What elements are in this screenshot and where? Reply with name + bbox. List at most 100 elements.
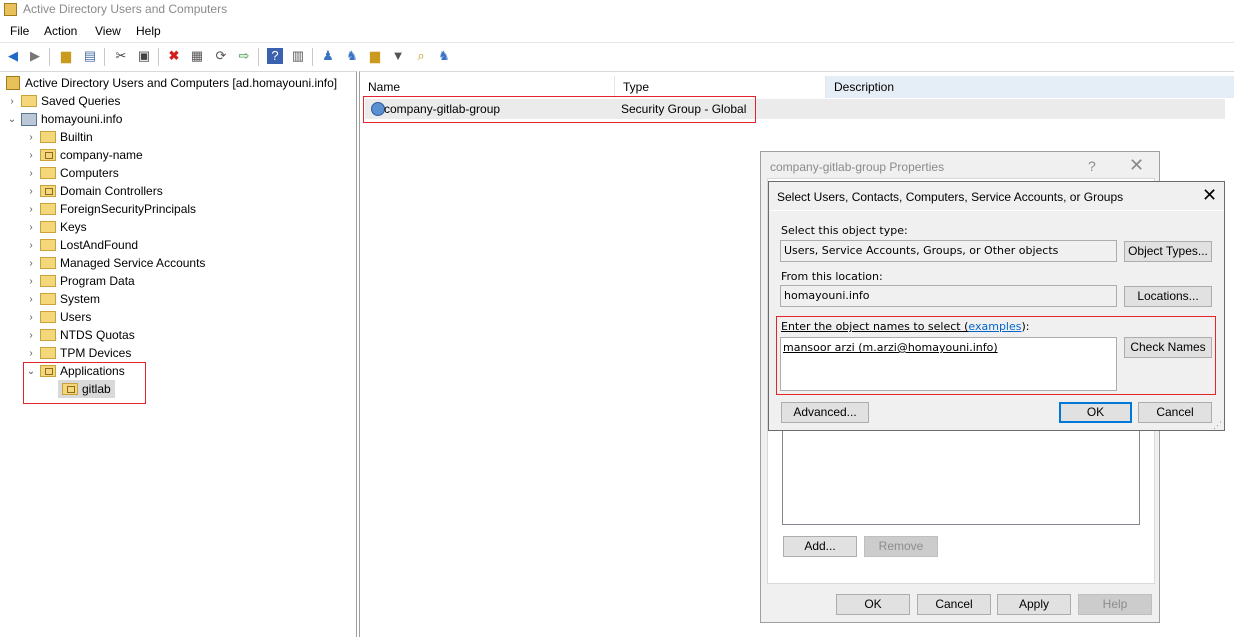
back-arrow-icon[interactable]: ◀ bbox=[5, 48, 21, 64]
tree-item-label: Domain Controllers bbox=[60, 184, 163, 198]
chevron-right-icon[interactable]: › bbox=[25, 204, 37, 215]
close-icon[interactable]: ✕ bbox=[1202, 185, 1217, 206]
tree-item-label: Keys bbox=[60, 220, 87, 234]
examples-link[interactable]: examples bbox=[968, 320, 1021, 333]
tree-item-tpm-devices[interactable]: › TPM Devices bbox=[25, 344, 131, 362]
chevron-right-icon[interactable]: › bbox=[25, 294, 37, 305]
tree-item-users[interactable]: › Users bbox=[25, 308, 91, 326]
copy-icon[interactable]: ▣ bbox=[136, 48, 152, 64]
filter-icon[interactable]: ▼ bbox=[390, 48, 406, 64]
members-list[interactable] bbox=[782, 422, 1140, 525]
object-names-input[interactable]: mansoor arzi (m.arzi@homayouni.info) bbox=[780, 337, 1117, 391]
chevron-right-icon[interactable]: › bbox=[6, 96, 18, 107]
label-suffix: ): bbox=[1021, 320, 1030, 333]
cancel-button[interactable]: Cancel bbox=[1138, 402, 1212, 423]
toolbar: ◀ ▶ ▆ ▤ ✂ ▣ ✖ ▦ ⟳ ⇨ ? ▥ ♟ ♞ ▆ ▼ ⌕ ♞ bbox=[0, 42, 1234, 70]
object-type-field: Users, Service Accounts, Groups, or Othe… bbox=[780, 240, 1117, 262]
remove-button[interactable]: Remove bbox=[864, 536, 938, 557]
chevron-right-icon[interactable]: › bbox=[25, 168, 37, 179]
resize-grip-icon[interactable]: ⋰ bbox=[1213, 420, 1222, 431]
toolbar-separator bbox=[104, 48, 105, 66]
add-to-group-icon[interactable]: ♞ bbox=[436, 48, 452, 64]
menu-view[interactable]: View bbox=[95, 24, 121, 38]
chevron-right-icon[interactable]: › bbox=[25, 312, 37, 323]
column-header-name[interactable]: Name bbox=[360, 76, 615, 98]
ok-button[interactable]: OK bbox=[836, 594, 910, 615]
find-icon[interactable]: ⌕ bbox=[413, 48, 429, 64]
column-header-type[interactable]: Type bbox=[615, 76, 826, 98]
chevron-right-icon[interactable]: › bbox=[25, 330, 37, 341]
tree-item-label: NTDS Quotas bbox=[60, 328, 135, 342]
properties-icon[interactable]: ▦ bbox=[189, 48, 205, 64]
help-button[interactable]: Help bbox=[1078, 594, 1152, 615]
tree-item-managed-service-accounts[interactable]: › Managed Service Accounts bbox=[25, 254, 205, 272]
ad-users-computers-icon bbox=[6, 76, 20, 90]
ok-button[interactable]: OK bbox=[1059, 402, 1132, 423]
cancel-button[interactable]: Cancel bbox=[917, 594, 991, 615]
close-icon[interactable]: ✕ bbox=[1129, 155, 1144, 176]
folder-icon bbox=[40, 275, 56, 287]
dialog-title: Select Users, Contacts, Computers, Servi… bbox=[777, 190, 1124, 204]
up-folder-icon[interactable]: ▆ bbox=[58, 48, 74, 64]
object-types-button[interactable]: Object Types... bbox=[1124, 241, 1212, 262]
chevron-right-icon[interactable]: › bbox=[25, 186, 37, 197]
chevron-right-icon[interactable]: › bbox=[25, 348, 37, 359]
forward-arrow-icon[interactable]: ▶ bbox=[27, 48, 43, 64]
locations-button[interactable]: Locations... bbox=[1124, 286, 1212, 307]
export-list-icon[interactable]: ⇨ bbox=[236, 48, 252, 64]
select-users-dialog: Select Users, Contacts, Computers, Servi… bbox=[768, 181, 1225, 431]
chevron-right-icon[interactable]: › bbox=[25, 276, 37, 287]
chevron-right-icon[interactable]: › bbox=[25, 150, 37, 161]
delete-icon[interactable]: ✖ bbox=[166, 48, 182, 64]
folder-icon bbox=[40, 131, 56, 143]
tree-saved-queries[interactable]: › Saved Queries bbox=[6, 92, 120, 110]
chevron-down-icon[interactable]: ⌄ bbox=[6, 114, 18, 125]
tree-item-foreign-security-principals[interactable]: › ForeignSecurityPrincipals bbox=[25, 200, 196, 218]
folder-icon bbox=[21, 95, 37, 107]
apply-button[interactable]: Apply bbox=[997, 594, 1071, 615]
check-names-button[interactable]: Check Names bbox=[1124, 337, 1212, 358]
folder-icon bbox=[40, 329, 56, 341]
ou-icon bbox=[40, 185, 56, 197]
folder-icon bbox=[40, 203, 56, 215]
help-icon[interactable]: ? bbox=[267, 48, 283, 64]
menu-action[interactable]: Action bbox=[44, 24, 77, 38]
menu-file[interactable]: File bbox=[10, 24, 29, 38]
add-button[interactable]: Add... bbox=[783, 536, 857, 557]
menu-help[interactable]: Help bbox=[136, 24, 161, 38]
tree-item-builtin[interactable]: › Builtin bbox=[25, 128, 92, 146]
new-user-icon[interactable]: ♟ bbox=[320, 48, 336, 64]
tree-item-label: Program Data bbox=[60, 274, 135, 288]
label-prefix: Enter the object names to select ( bbox=[781, 320, 969, 333]
resolved-name: mansoor arzi (m.arzi@homayouni.info) bbox=[783, 341, 998, 354]
tree-item-label: Computers bbox=[60, 166, 119, 180]
chevron-right-icon[interactable]: › bbox=[25, 222, 37, 233]
tree-item-lost-and-found[interactable]: › LostAndFound bbox=[25, 236, 138, 254]
tree-domain[interactable]: ⌄ homayouni.info bbox=[6, 110, 123, 128]
new-ou-icon[interactable]: ▆ bbox=[367, 48, 383, 64]
new-group-icon[interactable]: ♞ bbox=[344, 48, 360, 64]
advanced-button[interactable]: Advanced... bbox=[781, 402, 869, 423]
tree-item-domain-controllers[interactable]: › Domain Controllers bbox=[25, 182, 163, 200]
show-console-tree-icon[interactable]: ▤ bbox=[82, 48, 98, 64]
action-pane-icon[interactable]: ▥ bbox=[290, 48, 306, 64]
cut-icon[interactable]: ✂ bbox=[113, 48, 129, 64]
folder-icon bbox=[40, 311, 56, 323]
tree-item-computers[interactable]: › Computers bbox=[25, 164, 119, 182]
tree-item-program-data[interactable]: › Program Data bbox=[25, 272, 135, 290]
tree-item-ntds-quotas[interactable]: › NTDS Quotas bbox=[25, 326, 135, 344]
column-header-description[interactable]: Description bbox=[826, 76, 1234, 98]
tree-item-system[interactable]: › System bbox=[25, 290, 100, 308]
folder-icon bbox=[40, 257, 56, 269]
help-icon[interactable]: ? bbox=[1088, 158, 1096, 174]
chevron-right-icon[interactable]: › bbox=[25, 132, 37, 143]
chevron-right-icon[interactable]: › bbox=[25, 258, 37, 269]
tree-root[interactable]: Active Directory Users and Computers [ad… bbox=[6, 74, 337, 92]
tree-root-label: Active Directory Users and Computers [ad… bbox=[25, 76, 338, 90]
refresh-icon[interactable]: ⟳ bbox=[213, 48, 229, 64]
tree-item-label: Managed Service Accounts bbox=[60, 256, 206, 270]
tree-item-keys[interactable]: › Keys bbox=[25, 218, 87, 236]
chevron-right-icon[interactable]: › bbox=[25, 240, 37, 251]
tree-item-company-name[interactable]: › company-name bbox=[25, 146, 142, 164]
ou-icon bbox=[40, 149, 56, 161]
